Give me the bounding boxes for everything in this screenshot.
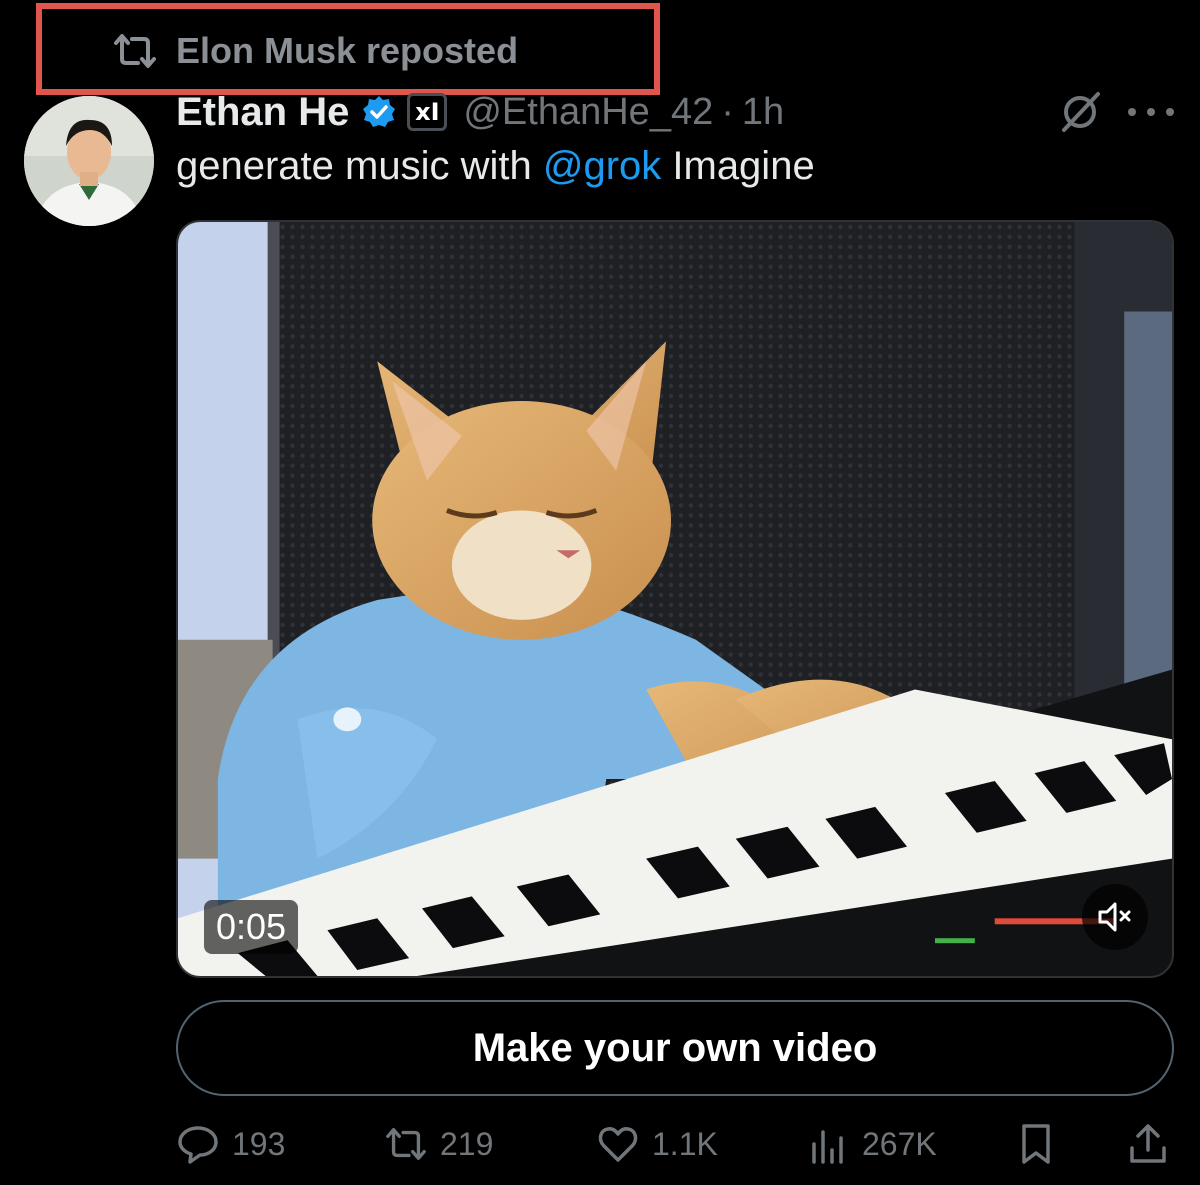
author-avatar[interactable] [24,96,154,226]
like-button[interactable]: 1.1K [596,1116,718,1172]
heart-icon [598,1127,638,1162]
video-player[interactable]: 0:05 [176,220,1174,978]
view-count: 267K [862,1125,937,1162]
mute-toggle-button[interactable] [1082,884,1148,950]
tweet-text-start: generate music with [176,144,543,188]
more-options-icon[interactable] [1128,92,1174,132]
like-count: 1.1K [652,1125,718,1162]
author-name[interactable]: Ethan He [176,90,349,135]
video-thumbnail [178,222,1172,976]
share-button[interactable] [1126,1116,1170,1172]
author-handle[interactable]: @EthanHe_42 [463,91,713,134]
verified-badge-icon[interactable] [361,94,397,130]
tweet-actions: 193 219 1.1K 267K [176,1116,1174,1172]
repost-context[interactable]: Elon Musk reposted [112,28,518,74]
retweet-icon [114,34,156,68]
tweet-text-end: Imagine [661,144,815,188]
reply-icon [178,1126,218,1164]
affiliate-badge-label: xI [415,98,440,126]
make-your-own-video-button[interactable]: Make your own video [176,1000,1174,1096]
video-duration: 0:05 [204,900,299,954]
views-button[interactable]: 267K [806,1116,937,1172]
repost-button[interactable]: 219 [384,1116,493,1172]
repost-count: 219 [440,1125,494,1162]
affiliate-badge[interactable]: xI [407,93,448,131]
share-icon [1130,1124,1166,1163]
tweet-time[interactable]: 1h [742,91,784,134]
grok-mention-link[interactable]: @grok [543,144,661,188]
tweet-header: Ethan He xI @EthanHe_42 · 1h [176,86,784,138]
analytics-icon [812,1130,843,1164]
tweet-text: generate music with @grok Imagine [176,144,815,189]
bookmark-icon [1022,1124,1050,1164]
repost-label: Elon Musk reposted [176,30,519,71]
tweet-page: Elon Musk reposted Ethan He xI @EthanHe_… [0,0,1200,1185]
volume-muted-icon [1098,902,1131,932]
retweet-icon [386,1127,426,1161]
reply-count: 193 [232,1125,286,1162]
reply-button[interactable]: 193 [176,1116,285,1172]
header-separator: · [721,90,734,133]
grok-icon[interactable] [1058,90,1102,134]
bookmark-button[interactable] [1014,1116,1058,1172]
